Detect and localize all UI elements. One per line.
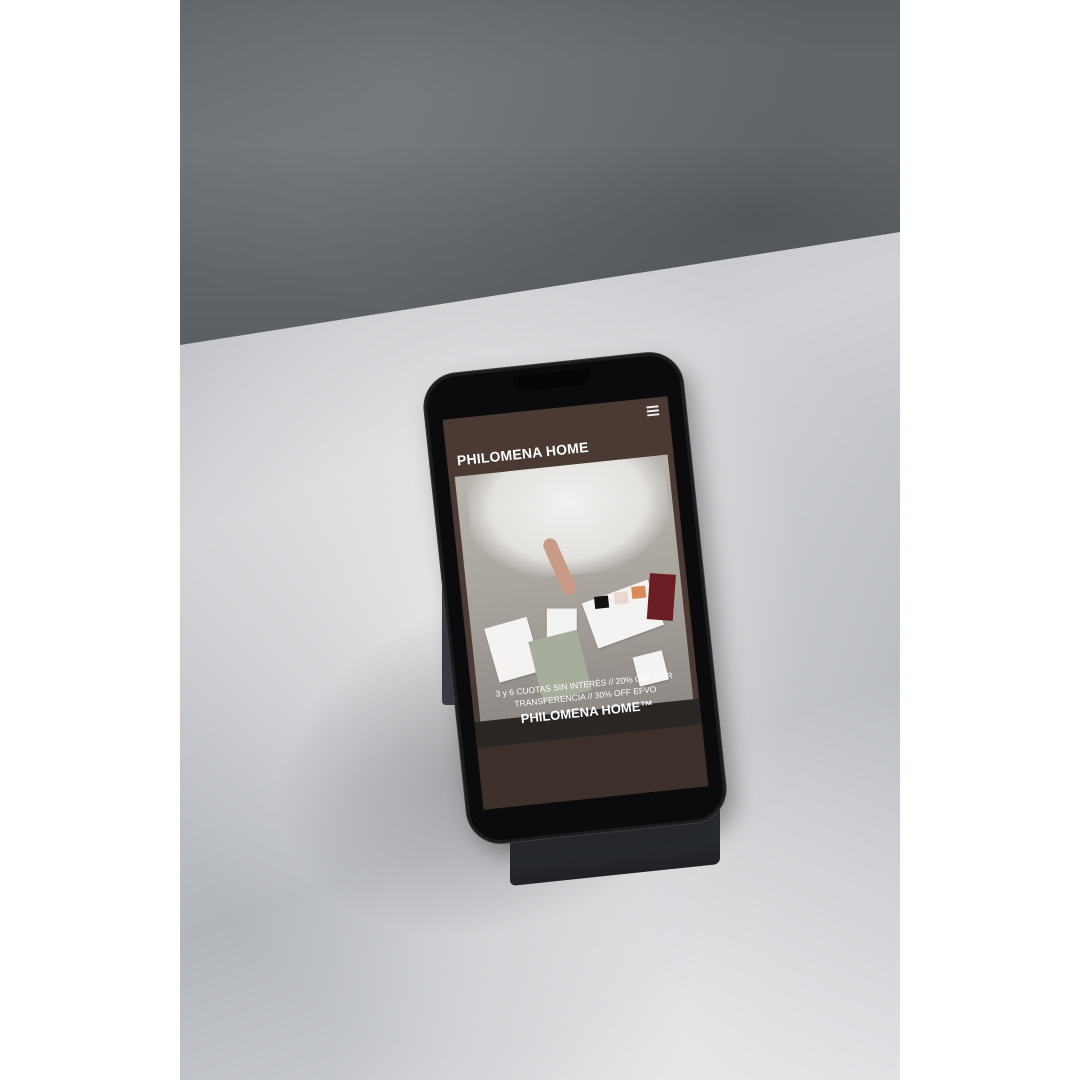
hero-card bbox=[646, 573, 676, 621]
product-photo: PHILOMENA HOME 3 y 6 CUOTAS SIN INTERÉS … bbox=[180, 0, 900, 1080]
hero-swatch bbox=[613, 591, 629, 605]
hero-swatch bbox=[594, 595, 610, 609]
hero-swatch bbox=[631, 585, 647, 600]
smartphone: PHILOMENA HOME 3 y 6 CUOTAS SIN INTERÉS … bbox=[421, 349, 729, 847]
phone-screen: PHILOMENA HOME 3 y 6 CUOTAS SIN INTERÉS … bbox=[442, 396, 709, 810]
hero-figure bbox=[464, 454, 676, 586]
phone-notch bbox=[512, 368, 592, 393]
hamburger-menu-icon[interactable] bbox=[646, 405, 660, 417]
